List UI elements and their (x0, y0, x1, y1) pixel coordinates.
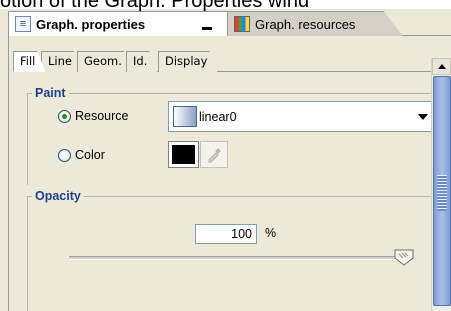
gradient-swatch-icon (173, 106, 197, 127)
scrollbar-grip-icon (437, 175, 447, 211)
tab-line[interactable]: Line (41, 51, 82, 72)
properties-content: Fill Line Geom. Id. Display Paint Resour… (8, 36, 437, 311)
color-picker-button[interactable] (200, 141, 228, 168)
resource-option[interactable]: Resource (58, 109, 129, 123)
tab-geom[interactable]: Geom. (77, 51, 132, 72)
color-swatch-fill (172, 145, 195, 164)
background-caption-text: otion of the Graph. Properties wind (0, 0, 310, 11)
resource-select-value: linear0 (199, 109, 237, 124)
opacity-unit-label: % (265, 226, 277, 240)
view-tab-bar: ≡ Graph. properties Graph. resources (8, 9, 451, 36)
scroll-up-arrow-icon[interactable] (432, 58, 451, 75)
color-option[interactable]: Color (58, 148, 105, 162)
resource-label: Resource (75, 109, 129, 123)
minimize-icon[interactable] (202, 27, 212, 30)
opacity-slider-thumb[interactable] (394, 249, 414, 266)
tab-fill[interactable]: Fill (13, 51, 45, 72)
opacity-group-title: Opacity (32, 188, 84, 204)
tab-graph-resources[interactable]: Graph. resources (227, 11, 403, 36)
tab-graph-resources-label: Graph. resources (255, 16, 356, 32)
property-tab-bar: Fill Line Geom. Id. Display (13, 50, 432, 72)
resource-select[interactable]: linear0 (168, 101, 437, 132)
color-radio[interactable] (58, 148, 71, 162)
vertical-scrollbar[interactable] (431, 58, 451, 311)
properties-icon: ≡ (15, 16, 31, 32)
tab-display[interactable]: Display (158, 51, 217, 72)
resource-radio[interactable] (58, 109, 71, 123)
color-swatch-button[interactable] (168, 141, 199, 168)
color-label: Color (75, 148, 105, 162)
tab-id[interactable]: Id. (126, 51, 157, 72)
scrollbar-thumb[interactable] (433, 76, 451, 306)
graph-properties-panel: ≡ Graph. properties Graph. resources Fil… (0, 9, 451, 311)
opacity-input[interactable]: 100 (195, 224, 257, 244)
tab-graph-properties[interactable]: ≡ Graph. properties (8, 11, 228, 36)
opacity-slider-track[interactable] (69, 256, 398, 260)
paint-group-title: Paint (32, 85, 69, 101)
paint-group: Paint Resource linear0 Color (27, 85, 437, 185)
opacity-group: Opacity 100 % (27, 188, 432, 311)
resources-icon (234, 16, 250, 32)
chevron-down-icon[interactable] (418, 114, 428, 120)
eyedropper-icon (208, 147, 221, 162)
tab-graph-properties-label: Graph. properties (36, 16, 146, 32)
